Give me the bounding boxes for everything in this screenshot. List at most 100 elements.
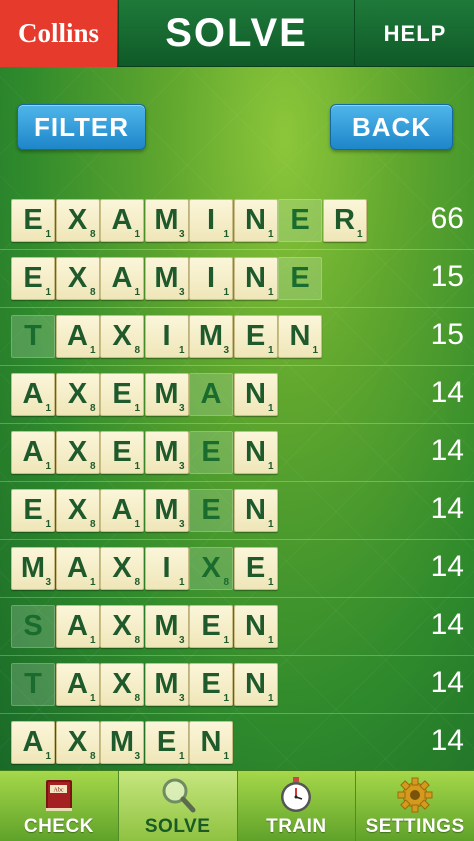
tile-points: 1 <box>89 577 96 588</box>
tile-letter: A <box>22 436 44 468</box>
tile-letter: E <box>23 494 43 526</box>
letter-tile: X8 <box>100 605 144 648</box>
tile-points: 1 <box>223 229 229 240</box>
result-row[interactable]: E 1 X 8 A 1 M 3 I 1 N 1 E 15 <box>0 250 474 308</box>
letter-tile: A1 <box>11 721 55 764</box>
letter-tile: M3 <box>144 199 189 242</box>
help-button[interactable]: HELP <box>356 0 474 67</box>
tab-train-label: TRAIN <box>266 816 327 837</box>
word-score: 14 <box>430 550 464 583</box>
tile-letter: E <box>23 262 43 294</box>
tile-letter: S <box>23 610 43 642</box>
tab-train[interactable]: TRAIN <box>238 771 357 841</box>
tile-points: 1 <box>223 751 229 762</box>
letter-tile: N1 <box>233 373 278 416</box>
back-button[interactable]: BACK <box>330 104 453 150</box>
blank-letter-tile: E <box>278 199 322 242</box>
tile-points: 3 <box>178 229 185 240</box>
tile-points: 1 <box>134 229 140 240</box>
tile-points: 8 <box>89 287 96 298</box>
tile-points: 1 <box>267 693 274 704</box>
tile-points: 1 <box>89 635 96 646</box>
letter-tile: X8 <box>55 431 100 474</box>
letter-tile: M3 <box>144 431 189 474</box>
letter-tile: A1 <box>100 489 144 532</box>
letter-tile: M3 <box>144 605 189 648</box>
tile-points: 1 <box>45 461 51 472</box>
tile-points: 1 <box>267 403 274 414</box>
tab-check[interactable]: Abc CHECK <box>0 771 119 841</box>
tile-letter: E <box>112 436 132 468</box>
tile-points: 1 <box>267 635 274 646</box>
blank-letter-tile: T <box>11 663 55 706</box>
results-list: E 1 X 8 A 1 M 3 I 1 N 1 E R 1 66 E 1 X 8 A 1 M 3 I 1 N 1 E 15 T A 1 X 8 I 1 M… <box>0 192 474 772</box>
word-score: 14 <box>430 492 464 525</box>
letter-tile: M3 <box>144 373 189 416</box>
result-row[interactable]: E 1 X 8 A 1 M 3 I 1 N 1 E R 1 66 <box>0 192 474 250</box>
tile-letter: R <box>334 204 355 236</box>
tile-letter: E <box>245 552 266 584</box>
tile-points: 1 <box>45 229 51 240</box>
tile-letter: A <box>111 262 133 294</box>
tile-letter: E <box>23 204 43 236</box>
tab-solve-label: SOLVE <box>144 816 211 837</box>
tile-letter: M <box>154 378 179 410</box>
letter-tile: I1 <box>144 315 189 358</box>
word-tiles: E1X8A1M3I1N1ER1 <box>11 199 367 242</box>
gear-icon <box>397 777 433 813</box>
letter-tile: E1 <box>100 373 144 416</box>
letter-tile: N1 <box>233 431 278 474</box>
letter-tile: M3 <box>100 721 144 764</box>
letter-tile: E1 <box>233 547 278 590</box>
letter-tile: E1 <box>189 663 233 706</box>
tile-points: 1 <box>89 693 96 704</box>
word-score: 14 <box>430 608 464 641</box>
filter-button[interactable]: FILTER <box>17 104 146 150</box>
result-row[interactable]: T A 1 X 8 M 3 E 1 N 1 14 <box>0 656 474 714</box>
letter-tile: E1 <box>11 257 55 300</box>
letter-tile: E1 <box>11 199 55 242</box>
tile-letter: M <box>154 610 179 642</box>
tile-points: 8 <box>134 577 140 588</box>
tile-letter: X <box>112 668 132 700</box>
tile-letter: E <box>201 436 221 468</box>
tile-letter: I <box>162 320 171 352</box>
letter-tile: E1 <box>11 489 55 532</box>
result-row[interactable]: S A 1 X 8 M 3 E 1 N 1 14 <box>0 598 474 656</box>
tile-letter: X <box>112 320 132 352</box>
letter-tile: N1 <box>233 663 278 706</box>
letter-tile: N1 <box>233 257 278 300</box>
tile-points: 1 <box>312 345 318 356</box>
letter-tile: A1 <box>100 199 144 242</box>
result-row[interactable]: A 1 X 8 M 3 E 1 N 1 14 <box>0 714 474 772</box>
tile-points: 1 <box>223 287 229 298</box>
tile-letter: T <box>24 320 42 352</box>
tab-solve[interactable]: SOLVE <box>118 771 238 841</box>
result-row[interactable]: T A 1 X 8 I 1 M 3 E 1 N 1 15 <box>0 308 474 366</box>
tile-points: 3 <box>178 693 185 704</box>
tile-points: 3 <box>45 577 51 588</box>
tile-letter: I <box>162 552 171 584</box>
tile-letter: I <box>206 204 216 236</box>
result-row[interactable]: A 1 X 8 E 1 M 3 A N 1 14 <box>0 366 474 424</box>
blank-letter-tile: S <box>11 605 55 648</box>
tile-letter: M <box>154 262 179 294</box>
tile-points: 8 <box>134 693 140 704</box>
collins-logo: Collins <box>0 0 117 67</box>
result-row[interactable]: M 3 A 1 X 8 I 1 X 8 E 1 14 <box>0 540 474 598</box>
tile-points: 1 <box>45 519 51 530</box>
letter-tile: N1 <box>233 199 278 242</box>
tab-check-label: CHECK <box>23 816 94 837</box>
word-tiles: SA1X8M3E1N1 <box>11 605 278 648</box>
tile-points: 8 <box>89 403 96 414</box>
tab-settings[interactable]: SETTINGS <box>356 771 474 841</box>
result-row[interactable]: A 1 X 8 E 1 M 3 E N 1 14 <box>0 424 474 482</box>
letter-tile: A1 <box>11 373 55 416</box>
dictionary-book-icon: Abc <box>45 780 72 811</box>
letter-tile: M3 <box>189 315 233 358</box>
tile-points: 8 <box>134 345 140 356</box>
word-score: 15 <box>430 318 464 351</box>
result-row[interactable]: E 1 X 8 A 1 M 3 E N 1 14 <box>0 482 474 540</box>
letter-tile: A1 <box>55 605 100 648</box>
letter-tile: N1 <box>233 605 278 648</box>
